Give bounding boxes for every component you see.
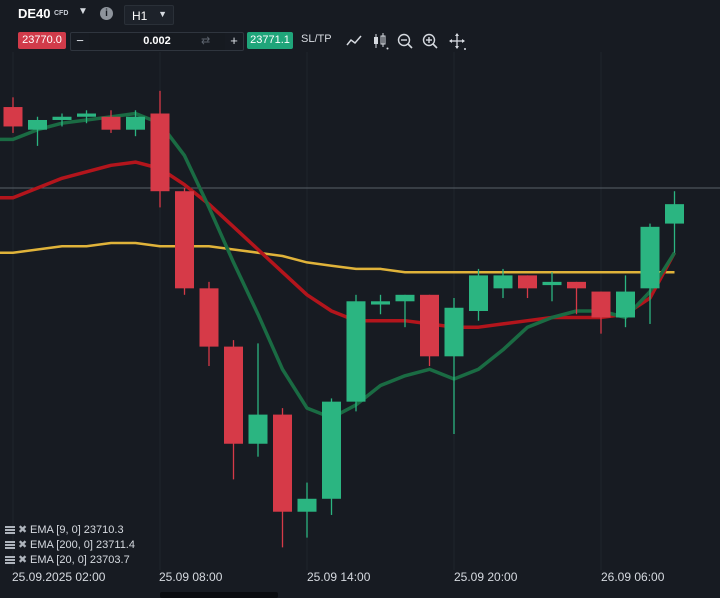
ema-line-200-0	[0, 241, 675, 274]
candle	[420, 294, 439, 367]
decrease-quantity-button[interactable]: −	[72, 33, 88, 50]
bullish-candle-body	[126, 116, 145, 130]
candle	[150, 90, 170, 208]
bullish-candle-body	[346, 301, 366, 402]
bullish-candle-body	[28, 119, 47, 130]
candle	[665, 191, 684, 253]
candle	[591, 291, 611, 334]
candle	[175, 187, 194, 295]
candle	[273, 408, 292, 548]
candle	[3, 97, 23, 133]
bearish-candle-body	[567, 281, 586, 289]
zoom-out-icon[interactable]	[396, 32, 414, 50]
timeframe-select[interactable]: H1 ▼	[124, 5, 174, 25]
bullish-candle-body	[493, 275, 513, 289]
bullish-candle-body	[469, 275, 488, 311]
candle	[297, 482, 317, 538]
line-chart-icon[interactable]	[345, 32, 363, 50]
candle	[469, 268, 488, 321]
bullish-candle-body	[665, 204, 684, 224]
bearish-candle-body	[273, 414, 292, 512]
legend-label: EMA [200, 0] 23711.4	[30, 539, 135, 551]
candle	[518, 275, 537, 299]
bullish-candle-body	[52, 116, 72, 120]
candle	[101, 110, 121, 133]
bullish-candle-body	[640, 226, 660, 289]
bearish-candle-body	[420, 294, 439, 357]
bullish-candle-body	[616, 291, 635, 318]
indicator-settings-icon[interactable]	[5, 556, 15, 564]
candle	[542, 272, 562, 302]
legend-label: EMA [20, 0] 23703.7	[30, 554, 130, 566]
ema-lines	[0, 111, 677, 420]
buy-button[interactable]: 23771.1	[247, 32, 293, 49]
bearish-candle-body	[150, 113, 170, 192]
bearish-candle-body	[101, 116, 121, 130]
bearish-candle-body	[3, 107, 23, 127]
bullish-candle-body	[248, 414, 268, 444]
symbol-dropdown-icon[interactable]: ▼	[78, 6, 88, 17]
time-axis-label: 25.09 14:00	[307, 570, 371, 584]
symbol-name[interactable]: DE40	[18, 6, 51, 21]
candle	[616, 275, 635, 328]
zoom-in-icon[interactable]	[421, 32, 439, 50]
candle	[322, 398, 341, 515]
chevron-down-icon: ▼	[158, 9, 167, 19]
candle	[224, 340, 243, 480]
bullish-candle-body	[395, 294, 415, 302]
bullish-candle-body	[371, 301, 390, 305]
symbol-header: DE40 CFD ▼ i H1 ▼	[0, 0, 720, 28]
bearish-candle-body	[518, 275, 537, 289]
legend-label: EMA [9, 0] 23710.3	[30, 524, 124, 536]
candle	[199, 281, 219, 367]
indicator-settings-icon[interactable]	[5, 526, 15, 534]
bullish-candle-body	[297, 498, 317, 512]
sell-button[interactable]: 23770.0	[18, 32, 66, 49]
candle	[640, 223, 660, 324]
timeframe-label: H1	[132, 9, 148, 23]
bullish-candle-body	[542, 281, 562, 286]
bullish-candle-body	[322, 401, 341, 499]
candlestick-icon[interactable]	[371, 32, 389, 50]
candle	[371, 294, 390, 315]
swap-units-icon[interactable]: ⇄	[201, 33, 210, 50]
candle	[248, 343, 268, 457]
candle	[444, 298, 464, 435]
time-axis-label: 25.09 20:00	[454, 570, 518, 584]
quantity-stepper: − 0.002 ⇄ +	[70, 32, 244, 51]
remove-indicator-icon[interactable]: ✖	[18, 538, 27, 551]
time-axis-label: 25.09.2025 02:00	[12, 570, 106, 584]
trade-bar: 23770.0 − 0.002 ⇄ + 23771.1 SL/TP	[0, 30, 720, 52]
indicator-settings-icon[interactable]	[5, 541, 15, 549]
bullish-candle-body	[444, 307, 464, 357]
instrument-type-badge: CFD	[54, 10, 69, 17]
crosshair-move-icon[interactable]	[448, 32, 466, 50]
bearish-candle-body	[175, 191, 194, 289]
bullish-candle-body	[77, 113, 96, 117]
increase-quantity-button[interactable]: +	[226, 33, 242, 50]
time-axis-label: 26.09 06:00	[601, 570, 665, 584]
time-axis-label: 25.09 08:00	[159, 570, 223, 584]
remove-indicator-icon[interactable]: ✖	[18, 523, 27, 536]
bearish-candle-body	[591, 291, 611, 318]
bearish-candle-body	[199, 288, 219, 347]
time-scrollbar[interactable]	[160, 592, 278, 598]
remove-indicator-icon[interactable]: ✖	[18, 553, 27, 566]
sltp-button[interactable]: SL/TP	[301, 33, 332, 45]
bearish-candle-body	[224, 346, 243, 444]
price-chart[interactable]	[0, 52, 720, 570]
info-icon[interactable]: i	[100, 7, 113, 20]
candle	[346, 294, 366, 412]
